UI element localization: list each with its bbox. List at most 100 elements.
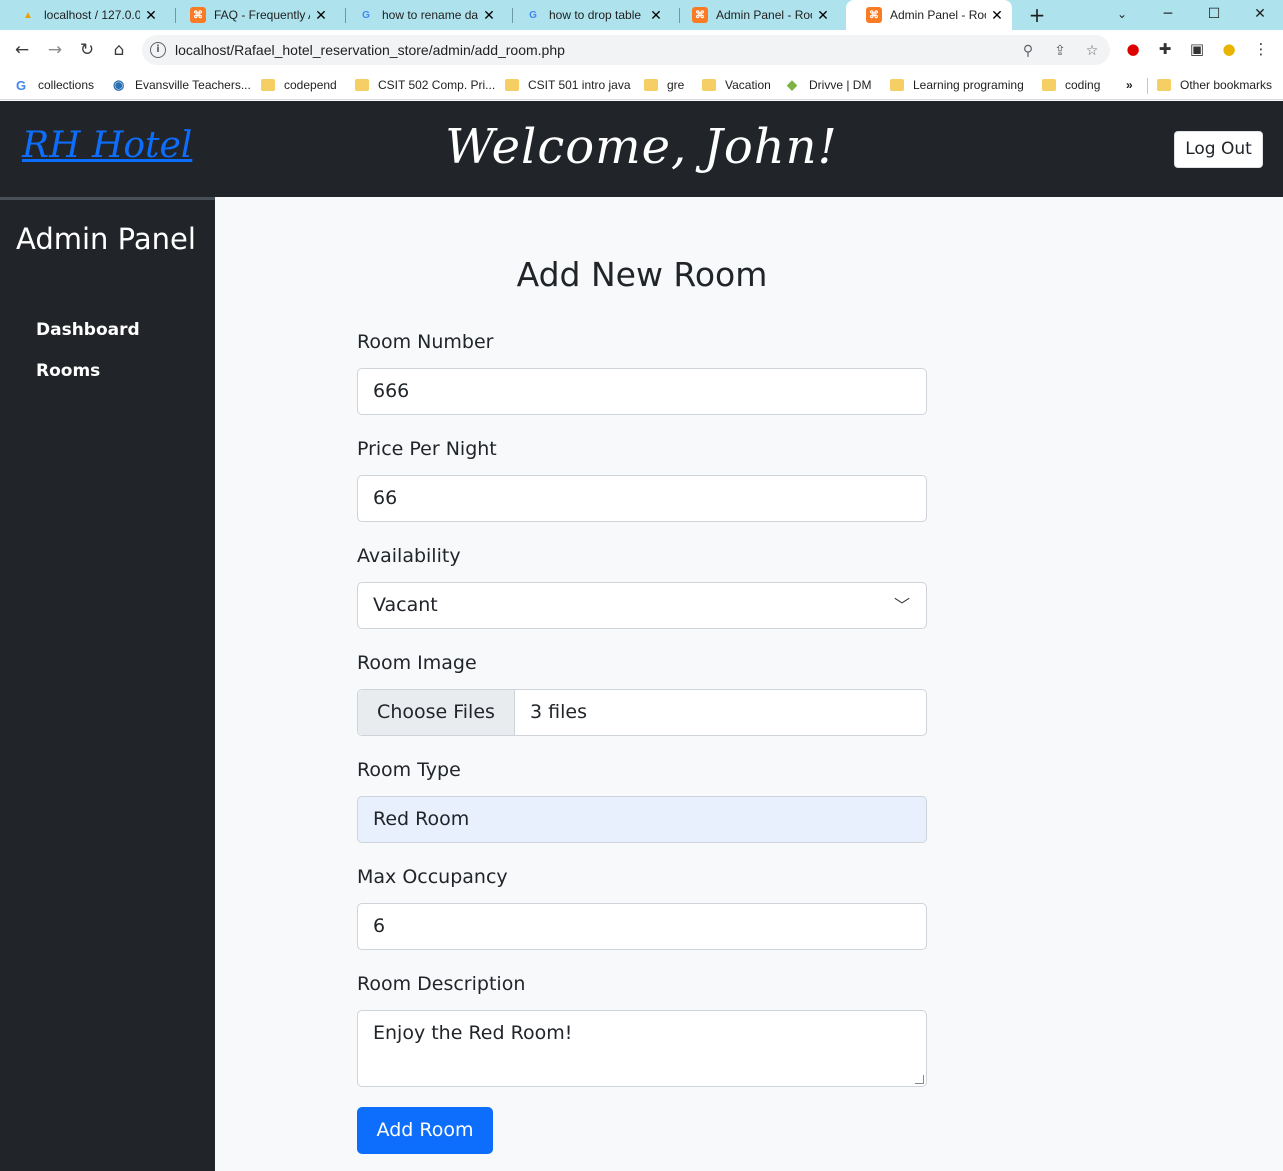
room-image-label: Room Image — [357, 652, 477, 674]
opera-extension-icon[interactable]: ● — [1122, 38, 1144, 60]
close-icon[interactable]: ✕ — [816, 7, 830, 24]
close-icon[interactable]: ✕ — [482, 7, 496, 24]
close-icon[interactable]: ✕ — [990, 7, 1004, 24]
sidebar: Admin Panel Dashboard Rooms — [0, 197, 215, 1171]
bookmark-item[interactable]: ◆ Drivve | DM — [787, 74, 871, 96]
share-icon[interactable]: ⇪ — [1050, 41, 1070, 61]
xampp-icon: ⌘ — [692, 7, 708, 23]
room-description-textarea[interactable]: Enjoy the Red Room! — [357, 1010, 927, 1087]
logout-button[interactable]: Log Out — [1174, 131, 1263, 168]
home-icon[interactable]: ⌂ — [107, 38, 131, 62]
availability-selected-value: Vacant — [373, 594, 438, 616]
forward-arrow-icon[interactable]: → — [43, 38, 67, 62]
other-bookmarks[interactable]: Other bookmarks — [1157, 74, 1272, 96]
phpmyadmin-icon: ▲ — [23, 9, 33, 21]
menu-kebab-icon[interactable]: ⋮ — [1250, 38, 1272, 60]
availability-select[interactable]: Vacant ﹀ — [357, 582, 927, 629]
browser-toolbar: ← → ↻ ⌂ i localhost/Rafael_hotel_reserva… — [0, 30, 1283, 70]
bookmark-label: Drivve | DM — [809, 78, 872, 92]
browser-tab[interactable]: ▲ localhost / 127.0.0.1 ✕ — [0, 0, 166, 30]
choose-files-button[interactable]: Choose Files — [358, 690, 515, 735]
close-icon[interactable]: ✕ — [144, 7, 158, 24]
minimize-icon[interactable]: ─ — [1148, 0, 1188, 30]
app-header: RH Hotel Welcome, John! Log Out — [0, 101, 1283, 197]
browser-tab-active[interactable]: ⌘ Admin Panel - Rooms ✕ — [846, 0, 1012, 30]
folder-icon — [1042, 79, 1056, 91]
folder-icon — [702, 79, 716, 91]
bookmark-star-icon[interactable]: ☆ — [1082, 41, 1102, 61]
maximize-icon[interactable]: ☐ — [1194, 0, 1234, 30]
sidebar-title: Admin Panel — [16, 222, 196, 256]
max-occupancy-label: Max Occupancy — [357, 866, 508, 888]
eye-icon: ◉ — [113, 77, 125, 92]
bookmark-item[interactable]: ◉ Evansville Teachers... — [113, 74, 251, 96]
window-close-icon[interactable]: ✕ — [1240, 0, 1280, 30]
zoom-icon[interactable]: ⚲ — [1018, 41, 1038, 61]
bookmark-label: Vacation — [725, 78, 771, 92]
folder-icon — [1157, 79, 1171, 91]
puzzle-extensions-icon[interactable]: ✚ — [1154, 38, 1176, 60]
tab-title: how to drop table in — [549, 8, 645, 22]
tab-title: Admin Panel - Rooms — [890, 8, 986, 22]
bookmarks-bar: G collections ◉ Evansville Teachers... c… — [0, 70, 1283, 100]
new-tab-button[interactable]: + — [1026, 4, 1048, 26]
selected-files-text: 3 files — [530, 701, 587, 723]
browser-tab-strip: ▲ localhost / 127.0.0.1 ✕ ⌘ FAQ - Freque… — [0, 0, 1283, 30]
bookmark-item[interactable]: gre — [644, 74, 684, 96]
close-icon[interactable]: ✕ — [649, 7, 663, 24]
profile-avatar-icon[interactable]: ● — [1218, 38, 1240, 60]
back-arrow-icon[interactable]: ← — [10, 38, 34, 62]
bookmark-label: Evansville Teachers... — [135, 78, 251, 92]
drivve-icon: ◆ — [787, 77, 797, 92]
room-type-input[interactable]: Red Room — [357, 796, 927, 843]
bookmark-label: codepend — [284, 78, 337, 92]
bookmark-item[interactable]: Vacation — [702, 74, 771, 96]
resize-handle-icon[interactable] — [915, 1075, 924, 1084]
browser-tab[interactable]: ⌘ FAQ - Frequently Asked ✕ — [170, 0, 336, 30]
bookmark-item[interactable]: G collections — [16, 74, 94, 96]
google-icon: G — [529, 9, 537, 21]
tab-title: Admin Panel - Rooms — [716, 8, 812, 22]
bookmark-label: gre — [667, 78, 685, 92]
room-image-file-input[interactable]: Choose Files 3 files — [357, 689, 927, 736]
availability-label: Availability — [357, 545, 461, 567]
tab-title: FAQ - Frequently Asked — [214, 8, 310, 22]
room-number-label: Room Number — [357, 331, 494, 353]
bookmark-item[interactable]: codepend — [261, 74, 337, 96]
url-text[interactable]: localhost/Rafael_hotel_reservation_store… — [175, 42, 565, 58]
xampp-icon: ⌘ — [190, 7, 206, 23]
reload-icon[interactable]: ↻ — [75, 38, 99, 62]
bookmark-label: Other bookmarks — [1180, 78, 1273, 92]
browser-tab[interactable]: G how to drop table in ✕ — [505, 0, 671, 30]
tab-title: how to rename database — [382, 8, 478, 22]
bookmark-label: CSIT 501 intro java — [528, 78, 631, 92]
add-room-button[interactable]: Add Room — [357, 1107, 493, 1154]
info-icon[interactable]: i — [150, 42, 166, 58]
tab-title: localhost / 127.0.0.1 — [44, 8, 140, 22]
room-number-input[interactable]: 666 — [357, 368, 927, 415]
address-bar[interactable]: i localhost/Rafael_hotel_reservation_sto… — [142, 35, 1110, 65]
google-icon: G — [362, 9, 370, 21]
folder-icon — [355, 79, 369, 91]
max-occupancy-input[interactable]: 6 — [357, 903, 927, 950]
welcome-heading: Welcome, John! — [445, 119, 838, 175]
bookmark-item[interactable]: CSIT 501 intro java — [505, 74, 631, 96]
price-input[interactable]: 66 — [357, 475, 927, 522]
main-content: Add New Room Room Number 666 Price Per N… — [215, 197, 1283, 1171]
close-icon[interactable]: ✕ — [314, 7, 328, 24]
google-icon: G — [16, 77, 27, 93]
tab-search-icon[interactable]: ⌄ — [1102, 0, 1142, 30]
browser-tab[interactable]: G how to rename database ✕ — [338, 0, 504, 30]
room-type-label: Room Type — [357, 759, 461, 781]
bookmark-label: CSIT 502 Comp. Pri... — [378, 78, 496, 92]
sidebar-item-dashboard[interactable]: Dashboard — [36, 320, 140, 340]
bookmarks-overflow-button[interactable]: » — [1126, 74, 1133, 96]
bookmark-item[interactable]: Learning programing — [890, 74, 1024, 96]
folder-icon — [505, 79, 519, 91]
side-panel-icon[interactable]: ▣ — [1186, 38, 1208, 60]
browser-tab[interactable]: ⌘ Admin Panel - Rooms ✕ — [672, 0, 838, 30]
bookmark-item[interactable]: coding — [1042, 74, 1100, 96]
bookmark-label: collections — [38, 78, 95, 92]
bookmark-item[interactable]: CSIT 502 Comp. Pri... — [355, 74, 495, 96]
sidebar-item-rooms[interactable]: Rooms — [36, 361, 100, 381]
